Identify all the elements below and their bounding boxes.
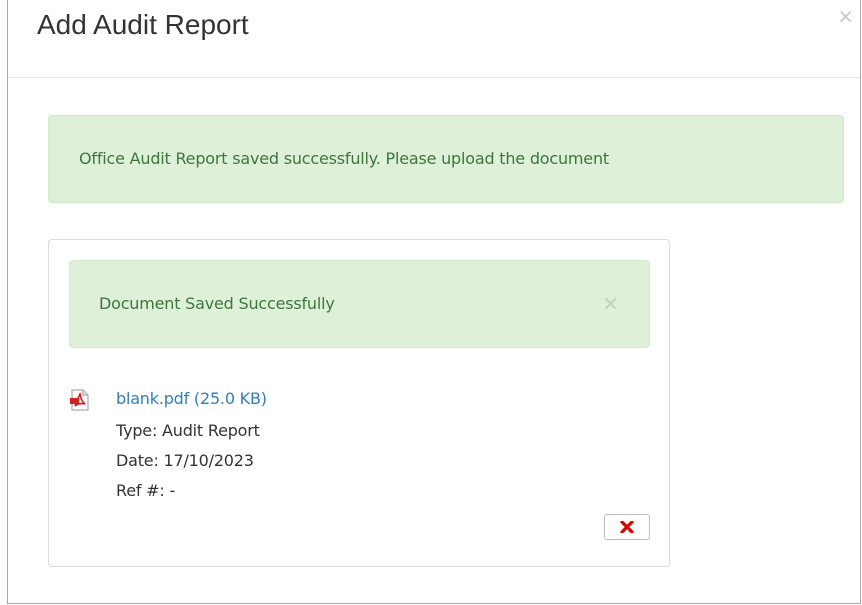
modal-close-button[interactable]: × <box>837 6 854 26</box>
uploaded-document-panel: Document Saved Successfully × blank.pdf … <box>48 239 670 567</box>
add-audit-report-modal: Add Audit Report × Office Audit Report s… <box>7 0 861 604</box>
success-alert: Office Audit Report saved successfully. … <box>48 115 844 203</box>
document-saved-alert: Document Saved Successfully × <box>69 260 650 348</box>
modal-title: Add Audit Report <box>37 9 249 40</box>
document-date: Date: 17/10/2023 <box>116 451 254 470</box>
modal-header: Add Audit Report × <box>8 0 860 78</box>
delete-document-button[interactable] <box>604 514 650 540</box>
document-alert-close-button[interactable]: × <box>602 293 619 313</box>
document-type: Type: Audit Report <box>116 421 260 440</box>
document-saved-alert-text: Document Saved Successfully <box>99 294 335 313</box>
success-alert-text: Office Audit Report saved successfully. … <box>79 149 609 168</box>
red-x-icon <box>620 521 634 533</box>
pdf-file-icon <box>69 389 91 411</box>
document-download-link[interactable]: blank.pdf (25.0 KB) <box>116 388 267 410</box>
document-ref: Ref #: - <box>116 481 176 500</box>
